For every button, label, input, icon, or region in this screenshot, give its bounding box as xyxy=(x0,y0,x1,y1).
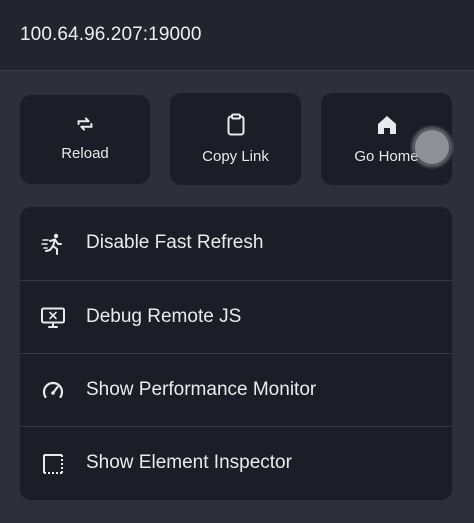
server-url: 100.64.96.207:19000 xyxy=(20,24,202,45)
dev-menu-sheet: 100.64.96.207:19000 Reload Copy Link Go … xyxy=(0,0,474,523)
copy-link-button[interactable]: Copy Link xyxy=(170,93,301,185)
menu-item-debug-remote-js[interactable]: Debug Remote JS xyxy=(20,281,452,354)
copy-link-label: Copy Link xyxy=(202,148,269,165)
clipboard-icon xyxy=(170,113,301,137)
speedometer-icon xyxy=(40,378,66,404)
touch-indicator xyxy=(410,125,454,169)
reload-label: Reload xyxy=(61,145,109,162)
reload-button[interactable]: Reload xyxy=(20,95,150,184)
menu-item-show-element-inspector[interactable]: Show Element Inspector xyxy=(20,427,452,500)
monitor-debug-icon xyxy=(40,305,66,331)
menu-item-label: Show Performance Monitor xyxy=(86,379,317,400)
menu-item-show-performance-monitor[interactable]: Show Performance Monitor xyxy=(20,354,452,427)
touch-dot xyxy=(415,130,449,164)
menu-item-label: Debug Remote JS xyxy=(86,306,242,327)
running-person-icon xyxy=(40,231,66,257)
dev-menu-header: 100.64.96.207:19000 xyxy=(0,0,474,71)
reload-icon xyxy=(20,113,150,137)
dev-menu-list: Disable Fast Refresh Debug Remote JS Sho… xyxy=(20,207,452,500)
menu-item-label: Show Element Inspector xyxy=(86,452,292,473)
inspector-square-icon xyxy=(40,451,66,477)
menu-item-label: Disable Fast Refresh xyxy=(86,232,264,253)
menu-item-disable-fast-refresh[interactable]: Disable Fast Refresh xyxy=(20,207,452,280)
